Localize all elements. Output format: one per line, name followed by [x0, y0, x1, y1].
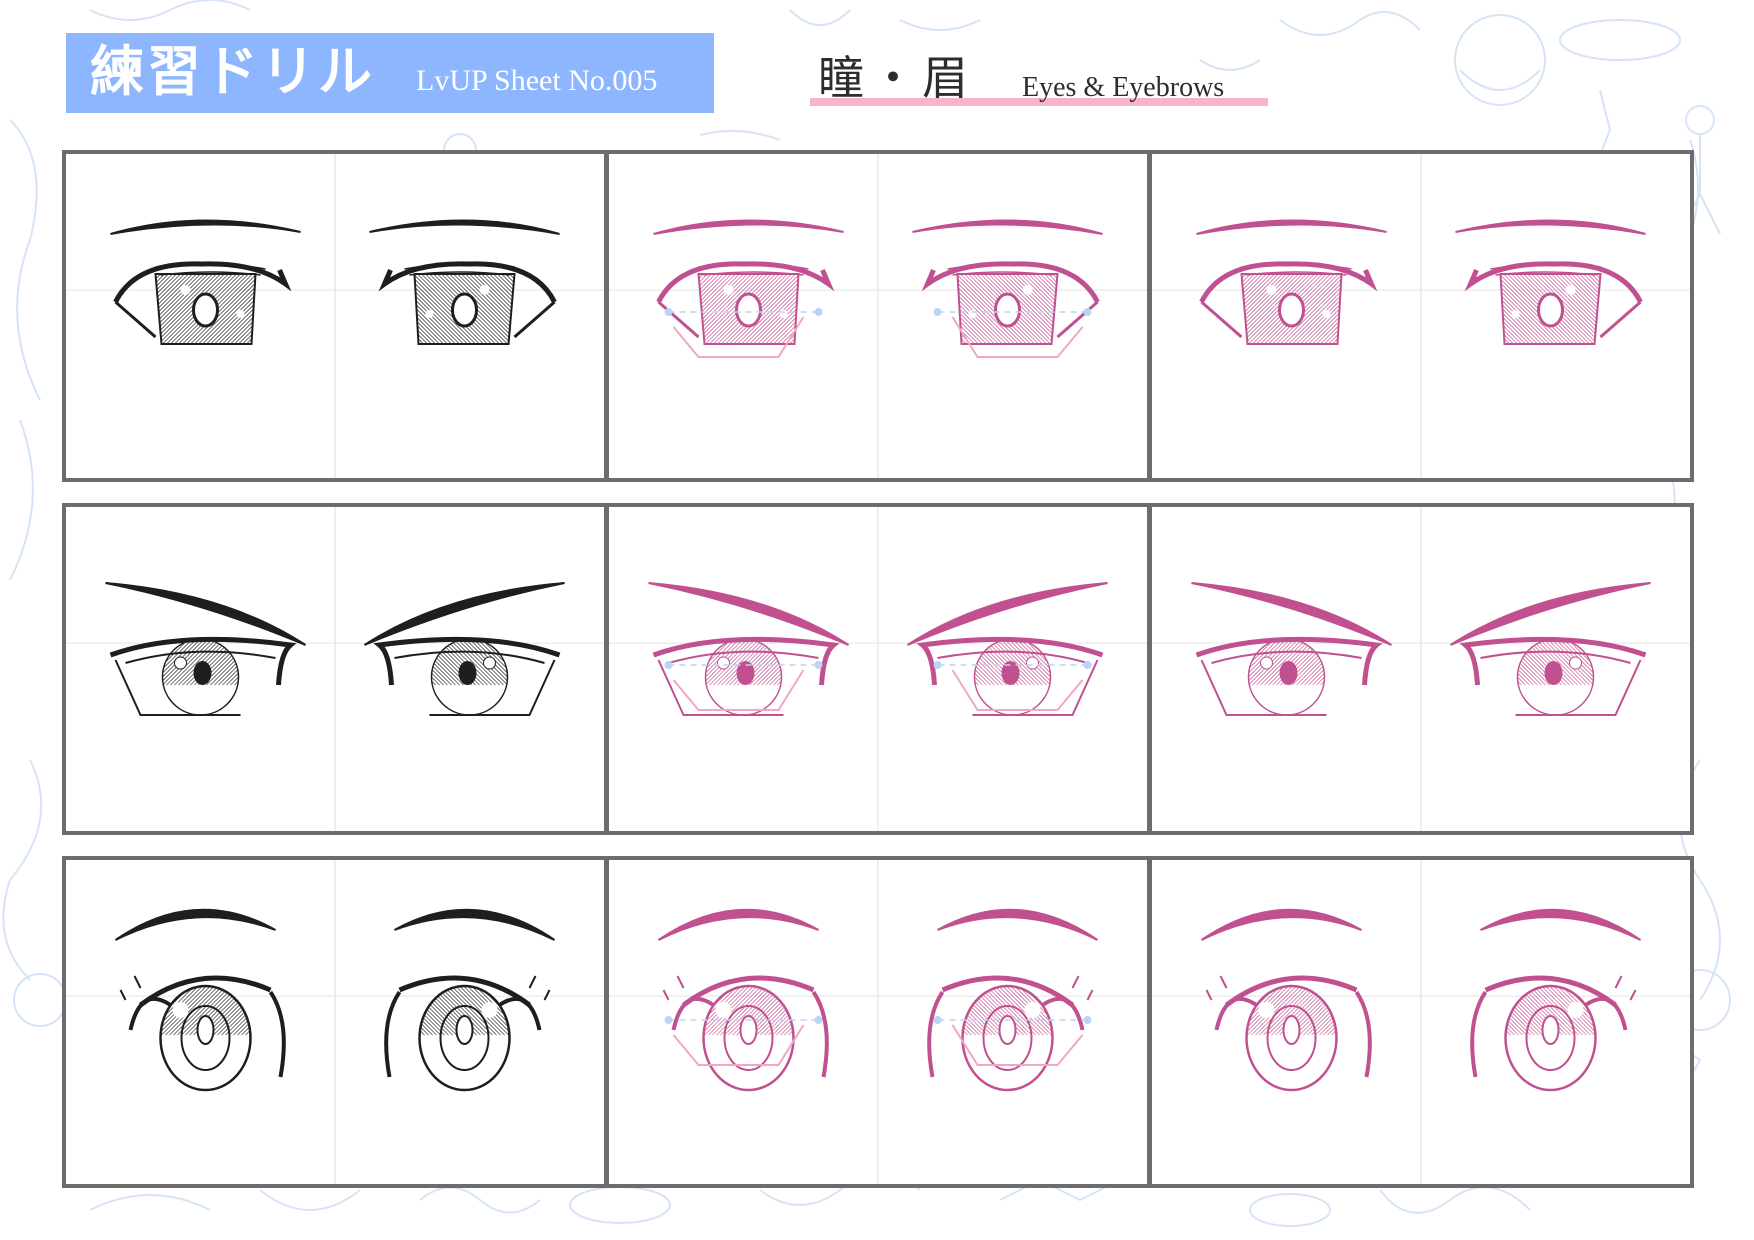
row2-ink-example-left-eye [105, 582, 307, 716]
row3-pink-guide-left-eye [657, 908, 829, 1092]
row1-pink-guide-panel [605, 150, 1151, 482]
practice-grid [0, 0, 1754, 1240]
row2-pink-guide-left-eye [648, 582, 850, 716]
row1-ink-example-panel [62, 150, 608, 482]
row3-ink-example-right-eye [384, 908, 556, 1092]
row3-pink-guide-right-eye [927, 908, 1099, 1092]
row2-pink-guide-panel [605, 503, 1151, 835]
row2-pink-trace-right-eye [1449, 582, 1651, 716]
row3-pink-guide-panel [605, 856, 1151, 1188]
row1-pink-trace-panel [1148, 150, 1694, 482]
row1-pink-guide-right-eye [912, 219, 1103, 358]
row2-ink-example-panel [62, 503, 608, 835]
row3-ink-example-panel [62, 856, 608, 1188]
row2-pink-guide-right-eye [906, 582, 1108, 716]
row3-ink-example-left-eye [114, 908, 286, 1092]
row1-pink-guide-left-eye [653, 219, 844, 358]
row3-pink-trace-panel [1148, 856, 1694, 1188]
row3-pink-trace-left-eye [1200, 908, 1372, 1092]
row2-pink-trace-left-eye [1191, 582, 1393, 716]
row3-pink-trace-right-eye [1470, 908, 1642, 1092]
row1-ink-example-right-eye [369, 219, 560, 345]
row1-pink-trace-left-eye [1196, 219, 1387, 345]
row2-ink-example-right-eye [363, 582, 565, 716]
row1-pink-trace-right-eye [1455, 219, 1646, 345]
row1-ink-example-left-eye [110, 219, 301, 345]
row2-pink-trace-panel [1148, 503, 1694, 835]
